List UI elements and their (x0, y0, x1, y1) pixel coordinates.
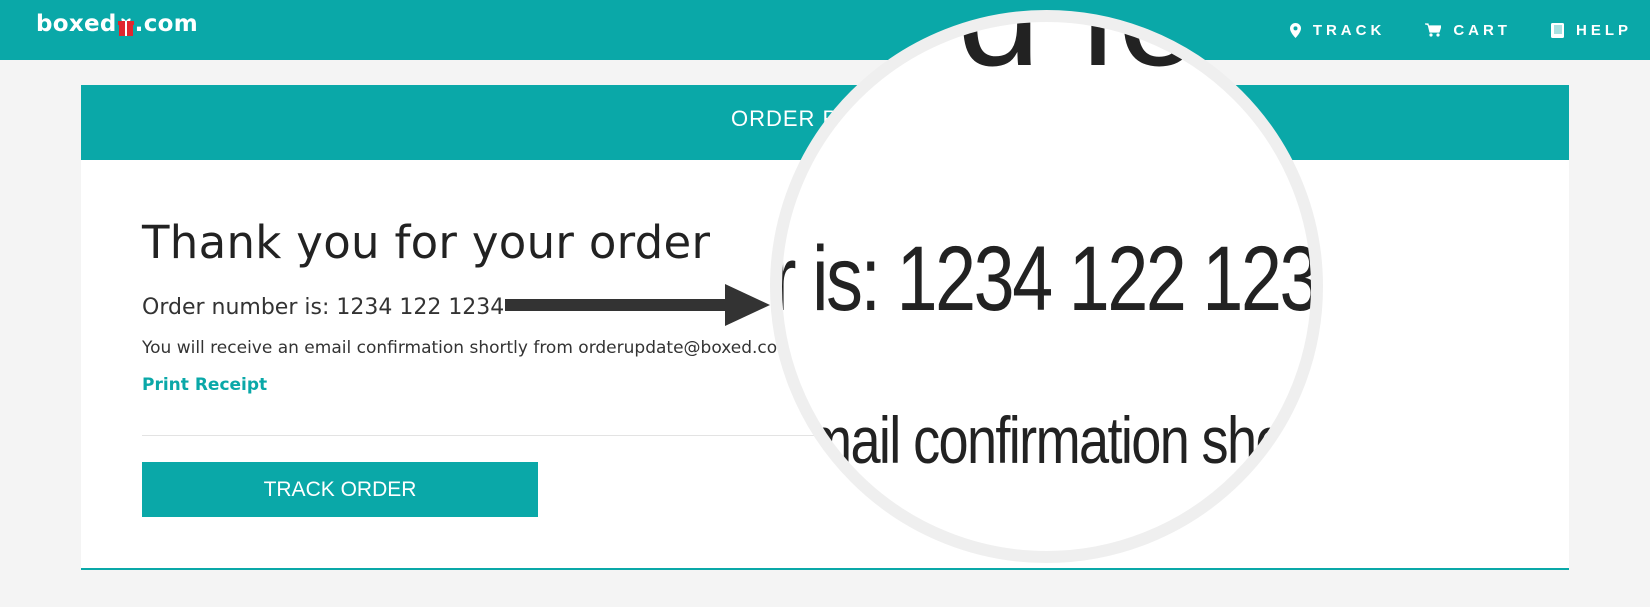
thank-you-heading: Thank you for your order (142, 216, 711, 269)
track-order-button[interactable]: TRACK ORDER (142, 462, 538, 517)
callout-arrow-icon (505, 284, 770, 326)
nav-track-label: TRACK (1312, 21, 1386, 39)
email-confirmation-note: You will receive an email confirmation s… (142, 338, 794, 358)
cart-icon (1425, 23, 1442, 37)
nav-cart-link[interactable]: CART (1425, 22, 1511, 39)
magnified-email-text: mail confirmation shortly f (807, 403, 1323, 477)
nav-help-label: HELP (1575, 21, 1632, 39)
magnifier-callout: d for yo r is: 1234 122 1234 mail confir… (770, 10, 1323, 563)
boxed-logo[interactable]: boxed .com (36, 11, 198, 37)
print-receipt-link[interactable]: Print Receipt (142, 375, 267, 395)
magnified-order-number: r is: 1234 122 1234 (772, 228, 1323, 330)
nav-cart-label: CART (1453, 21, 1511, 39)
divider (142, 435, 822, 436)
order-number-text: Order number is: 1234 122 1234 (142, 295, 505, 320)
logo-text-right: .com (134, 11, 199, 37)
gift-icon (117, 16, 134, 36)
magnified-heading-text: d for yo (957, 10, 1311, 97)
logo-text-left: boxed (36, 11, 117, 37)
top-navigation-bar: boxed .com TRACK CART HELP (0, 0, 1650, 60)
nav-help-link[interactable]: HELP (1550, 21, 1632, 39)
book-icon (1550, 22, 1564, 38)
